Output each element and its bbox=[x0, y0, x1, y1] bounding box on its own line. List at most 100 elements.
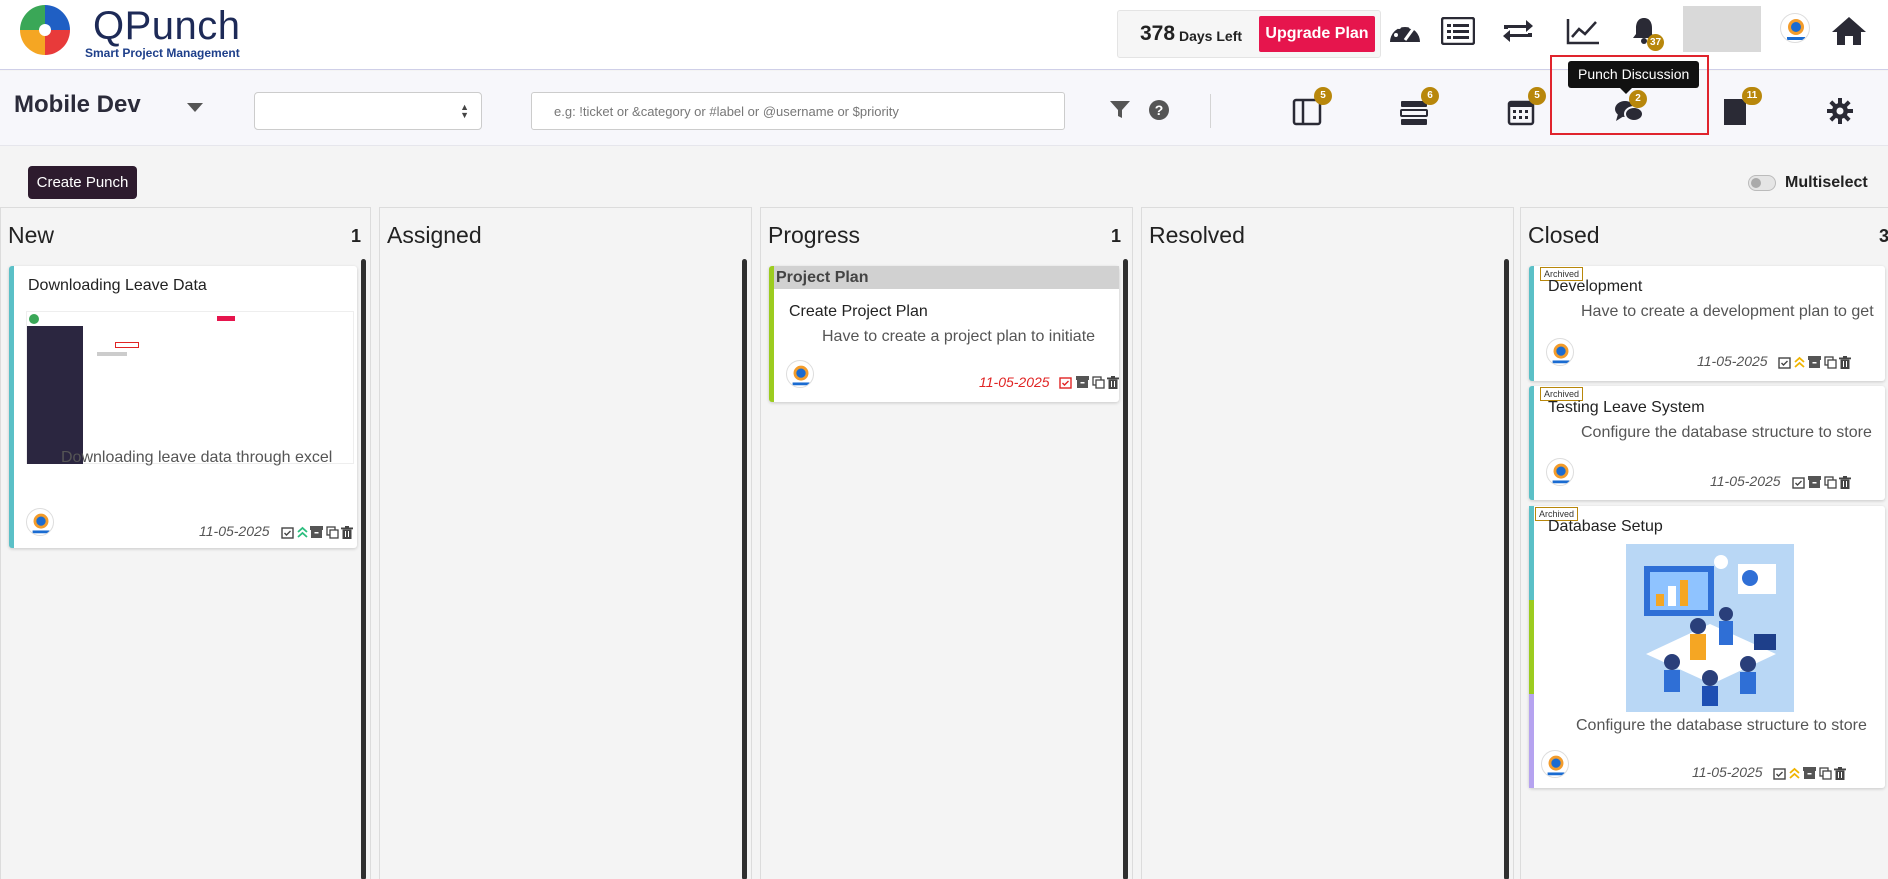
priority-high-icon bbox=[295, 525, 309, 539]
board-view-icon[interactable]: 5 bbox=[1290, 87, 1332, 129]
column-scrollbar[interactable] bbox=[742, 259, 747, 879]
due-date: 11-05-2025 bbox=[979, 374, 1050, 390]
board-view-badge: 5 bbox=[1314, 87, 1332, 105]
column-scrollbar[interactable] bbox=[1504, 259, 1509, 879]
avatar-logo-icon bbox=[1552, 343, 1570, 364]
search-input[interactable] bbox=[531, 92, 1065, 130]
copy-icon[interactable] bbox=[325, 525, 339, 539]
project-title[interactable]: Mobile Dev bbox=[14, 91, 141, 119]
copy-icon[interactable] bbox=[1091, 375, 1105, 389]
column-count: 3 bbox=[1879, 226, 1888, 246]
calendar-view-icon[interactable]: 5 bbox=[1504, 87, 1546, 129]
due-date: 11-05-2025 bbox=[1697, 353, 1768, 369]
due-date: 11-05-2025 bbox=[1692, 764, 1763, 780]
card-group-header: Project Plan bbox=[774, 266, 1119, 289]
notification-count-badge: 37 bbox=[1647, 34, 1665, 51]
project-dropdown-caret-icon[interactable] bbox=[187, 103, 203, 112]
assignee-avatar[interactable] bbox=[1546, 338, 1574, 366]
notes-view-icon[interactable]: 11 bbox=[1718, 87, 1762, 129]
archive-icon[interactable] bbox=[309, 525, 323, 539]
assignee-avatar[interactable] bbox=[786, 360, 814, 388]
copy-icon[interactable] bbox=[1823, 355, 1837, 369]
column-title: Assigned bbox=[387, 222, 482, 248]
thumbnail-logo-icon bbox=[29, 314, 39, 324]
multiselect-label: Multiselect bbox=[1785, 174, 1868, 191]
column-title: Resolved bbox=[1149, 222, 1245, 248]
priority-medium-icon bbox=[1787, 766, 1801, 780]
qpunch-logo-mark-icon bbox=[20, 5, 70, 55]
column-assigned: Assigned bbox=[379, 207, 752, 879]
card-title: Testing Leave System bbox=[1548, 399, 1705, 416]
calendar-check-icon[interactable] bbox=[280, 525, 294, 539]
avatar-logo-icon bbox=[32, 513, 50, 534]
card-description: Configure the database structure to stor… bbox=[1576, 717, 1876, 735]
toggle-knob bbox=[1751, 178, 1761, 188]
avatar-logo-icon bbox=[792, 365, 810, 386]
calendar-check-icon[interactable] bbox=[1772, 766, 1786, 780]
calendar-check-icon[interactable] bbox=[1791, 475, 1805, 489]
thumbnail-sidebar bbox=[27, 326, 83, 464]
assignee-avatar[interactable] bbox=[26, 508, 54, 536]
filter-select[interactable]: ▲ ▼ bbox=[254, 92, 482, 130]
card-title: Downloading Leave Data bbox=[28, 277, 207, 294]
card-description: Have to create a project plan to initiat… bbox=[822, 328, 1095, 346]
delete-trash-icon[interactable] bbox=[1106, 375, 1120, 389]
punch-card[interactable]: Archived Development Have to create a de… bbox=[1529, 266, 1885, 381]
card-attachment-thumbnail[interactable] bbox=[26, 311, 354, 464]
card-color-strip bbox=[1529, 694, 1534, 788]
qpunch-logo[interactable]: QPunch Smart Project Management bbox=[19, 4, 259, 60]
punch-card[interactable]: Downloading Leave Data Downloading leave… bbox=[9, 266, 357, 548]
card-description: Downloading leave data through excel bbox=[61, 449, 332, 467]
column-title: New bbox=[8, 222, 55, 248]
notes-view-badge: 11 bbox=[1742, 87, 1762, 105]
priority-medium-icon bbox=[1792, 355, 1806, 369]
delete-trash-icon[interactable] bbox=[340, 525, 354, 539]
upgrade-plan-button[interactable]: Upgrade Plan bbox=[1259, 16, 1375, 52]
delete-trash-icon[interactable] bbox=[1838, 475, 1852, 489]
user-name-placeholder[interactable] bbox=[1683, 6, 1761, 52]
column-scrollbar[interactable] bbox=[1123, 259, 1128, 879]
avatar-logo-icon bbox=[1787, 19, 1805, 40]
punch-card[interactable]: Archived Testing Leave System Configure … bbox=[1529, 386, 1885, 500]
assignee-avatar[interactable] bbox=[1541, 750, 1569, 778]
card-title: Development bbox=[1548, 278, 1643, 295]
archive-icon[interactable] bbox=[1075, 375, 1089, 389]
multiselect-toggle[interactable] bbox=[1748, 175, 1776, 191]
toolbar-divider bbox=[1210, 94, 1211, 128]
calendar-check-icon[interactable] bbox=[1777, 355, 1791, 369]
delete-trash-icon[interactable] bbox=[1838, 355, 1852, 369]
punch-discussion-tooltip: Punch Discussion bbox=[1568, 61, 1700, 94]
help-icon[interactable]: ? bbox=[1142, 93, 1176, 127]
filter-funnel-icon[interactable] bbox=[1103, 93, 1137, 127]
calendar-check-icon[interactable] bbox=[1058, 375, 1072, 389]
thumbnail-button bbox=[217, 316, 235, 321]
punch-card[interactable]: Project Plan Create Project Plan Have to… bbox=[769, 266, 1119, 402]
notification-bell-icon[interactable]: 37 bbox=[1625, 12, 1665, 51]
list-view-badge: 6 bbox=[1421, 87, 1439, 105]
assignee-avatar[interactable] bbox=[1546, 458, 1574, 486]
home-icon[interactable] bbox=[1830, 12, 1868, 50]
copy-icon[interactable] bbox=[1818, 766, 1832, 780]
card-illustration-image[interactable] bbox=[1626, 544, 1794, 712]
due-date: 11-05-2025 bbox=[1710, 473, 1781, 489]
copy-icon[interactable] bbox=[1823, 475, 1837, 489]
column-resolved: Resolved bbox=[1141, 207, 1514, 879]
user-avatar[interactable] bbox=[1780, 13, 1810, 43]
dashboard-icon[interactable] bbox=[1386, 12, 1424, 50]
archive-icon[interactable] bbox=[1802, 766, 1816, 780]
list-icon[interactable] bbox=[1439, 12, 1477, 50]
column-scrollbar[interactable] bbox=[361, 259, 366, 879]
archive-icon[interactable] bbox=[1807, 355, 1821, 369]
column-count: 1 bbox=[1111, 226, 1122, 246]
settings-gear-icon[interactable] bbox=[1823, 94, 1857, 128]
punch-card[interactable]: Archived Database Setup • Configure the … bbox=[1529, 506, 1885, 788]
list-view-icon[interactable]: 6 bbox=[1397, 87, 1439, 129]
analytics-icon[interactable] bbox=[1564, 12, 1602, 50]
sync-icon[interactable] bbox=[1499, 12, 1537, 50]
create-punch-button[interactable]: Create Punch bbox=[28, 166, 137, 199]
delete-trash-icon[interactable] bbox=[1833, 766, 1847, 780]
archive-icon[interactable] bbox=[1807, 475, 1821, 489]
card-title: Create Project Plan bbox=[789, 303, 928, 320]
avatar-logo-icon bbox=[1547, 755, 1565, 776]
days-left-label: Days Left bbox=[1179, 28, 1243, 44]
